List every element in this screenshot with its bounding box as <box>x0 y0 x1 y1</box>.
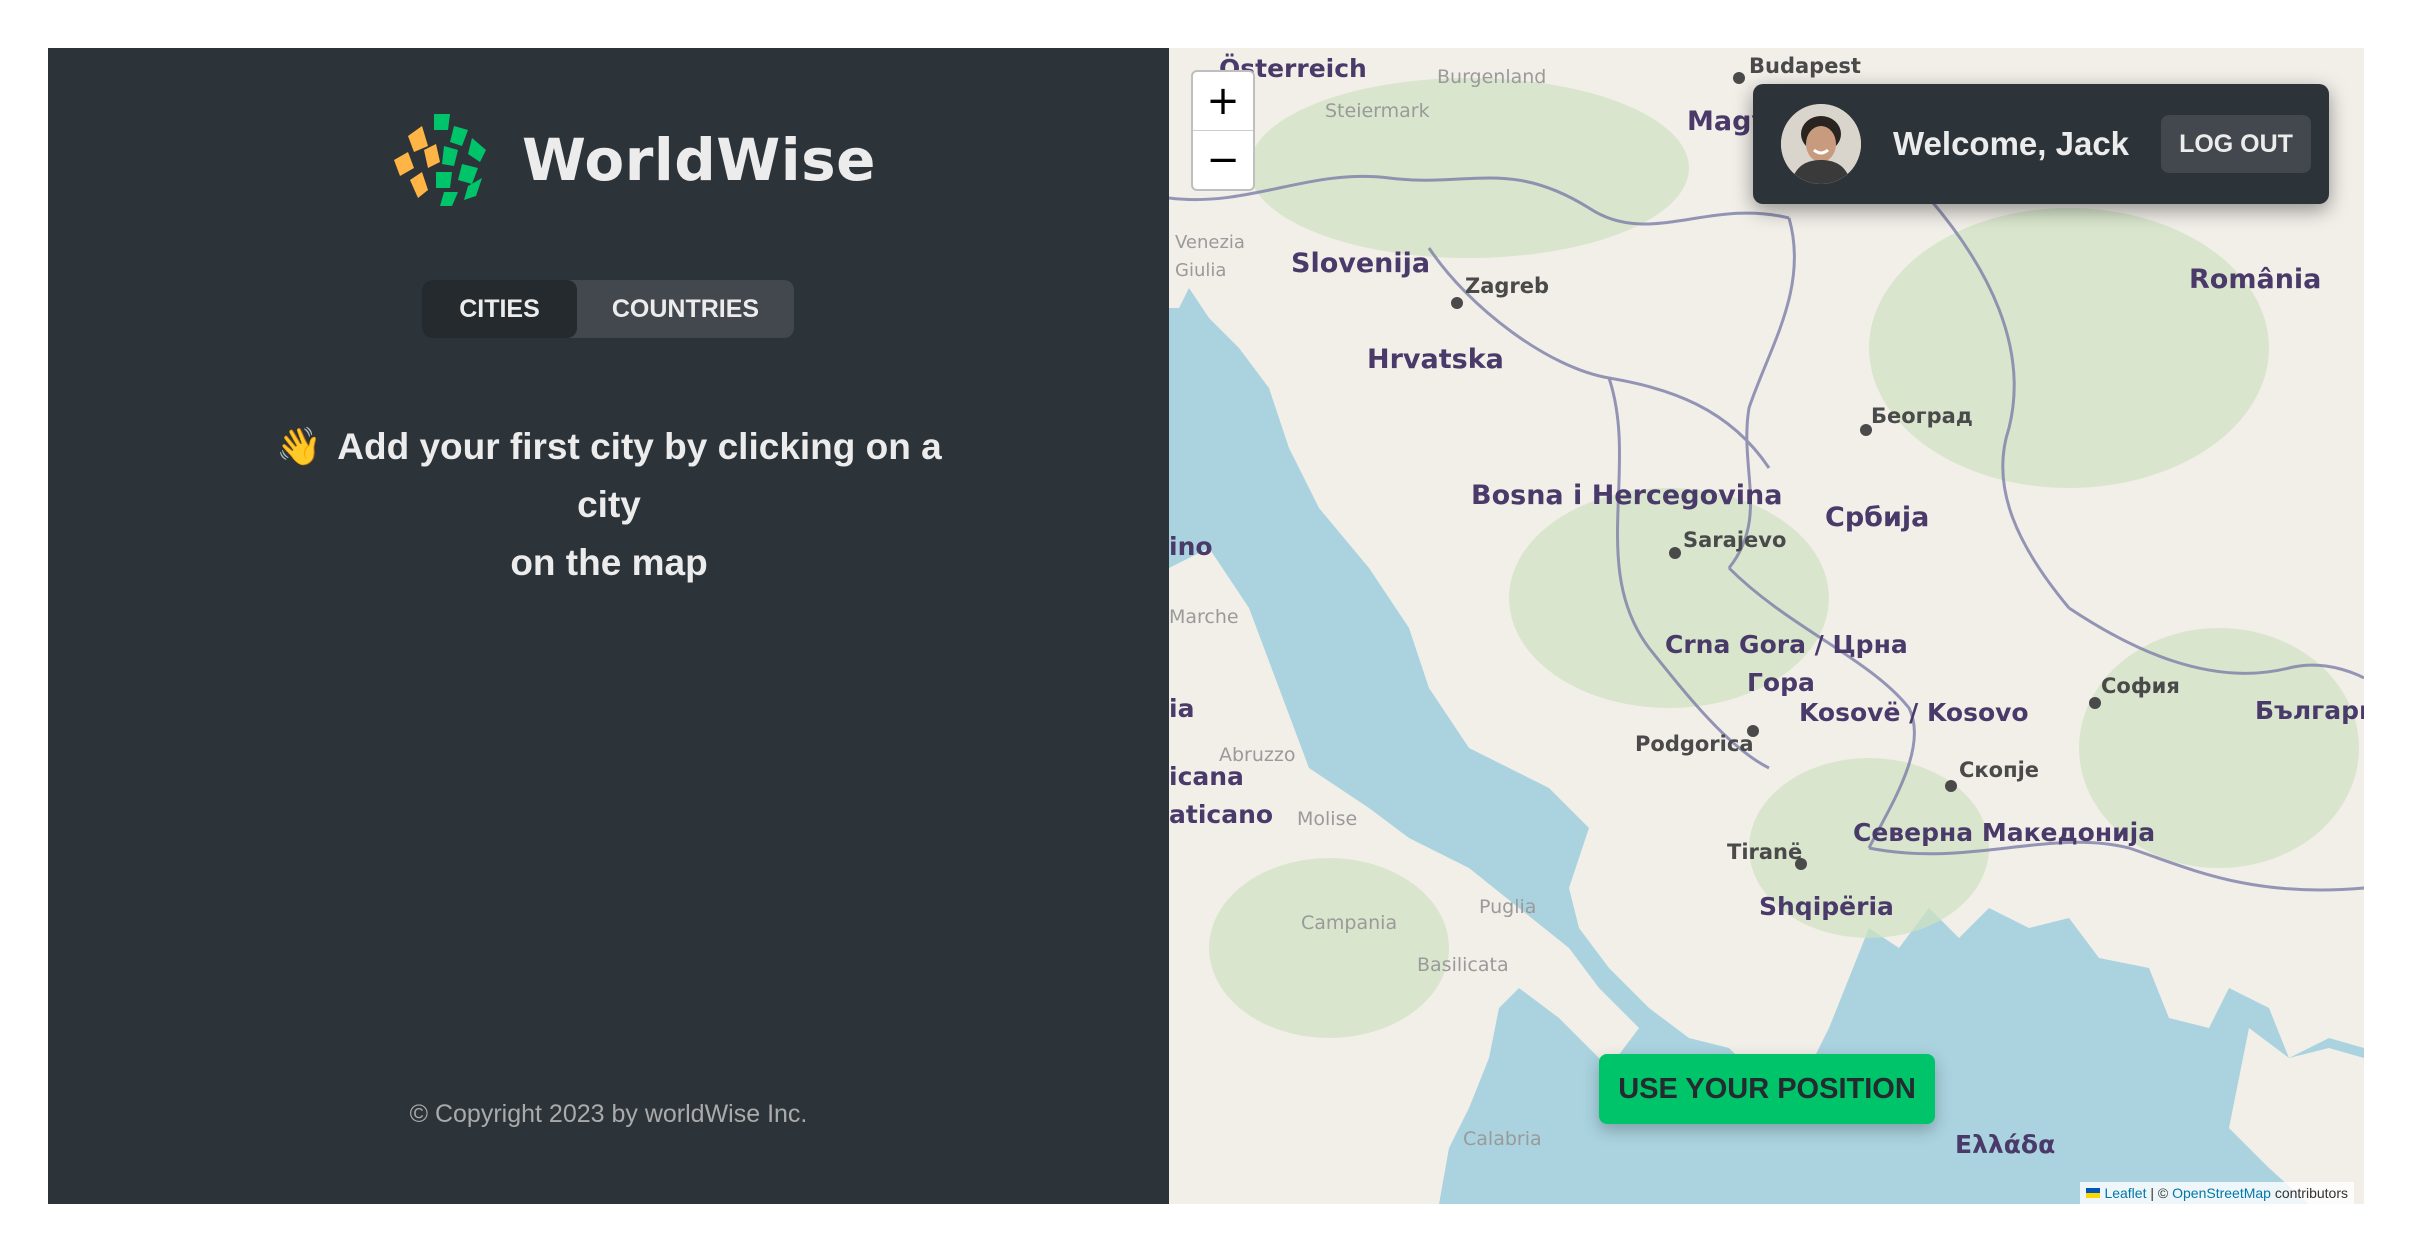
empty-message-line1: Add your first city by clicking on a cit… <box>337 426 942 525</box>
map-label-makedonija: Северна Македонија <box>1853 818 2156 847</box>
zoom-control: + − <box>1191 70 1255 191</box>
map-label-marche: Marche <box>1169 606 1239 628</box>
globe-logo-icon <box>390 108 494 212</box>
map-label-campania: Campania <box>1301 912 1398 934</box>
leaflet-link[interactable]: Leaflet <box>2104 1185 2146 1201</box>
logout-button[interactable]: LOG OUT <box>2161 115 2312 173</box>
map-label-romania: România <box>2189 264 2322 295</box>
zoom-in-button[interactable]: + <box>1193 72 1253 130</box>
map-label-calabria: Calabria <box>1463 1128 1542 1150</box>
map-label-bosna: Bosna i Hercegovina <box>1471 480 1783 511</box>
map-label-bulgaria: Българи <box>2255 696 2364 725</box>
map-label-skopje: Скопје <box>1959 758 2040 782</box>
map-label-podgorica: Podgorica <box>1635 732 1754 756</box>
zoom-out-button[interactable]: − <box>1193 130 1253 189</box>
user-panel: Welcome, Jack LOG OUT <box>1753 84 2329 204</box>
map-label-budapest: Budapest <box>1749 54 1861 78</box>
map-label-beograd: Београд <box>1871 404 1973 428</box>
map[interactable]: Österreich Budapest Burgenland Steiermar… <box>1169 48 2364 1204</box>
map-label-venezia: Venezia <box>1175 232 1245 253</box>
map-label-giulia: Giulia <box>1175 260 1227 281</box>
map-label-ino: ino <box>1169 532 1213 561</box>
map-label-puglia: Puglia <box>1479 896 1537 918</box>
map-label-gora: Гора <box>1747 668 1815 697</box>
copyright: © Copyright 2023 by worldWise Inc. <box>409 1100 808 1128</box>
map-label-hrvatska: Hrvatska <box>1367 344 1504 375</box>
map-label-sarajevo: Sarajevo <box>1683 528 1787 552</box>
attribution-separator: | © <box>2146 1185 2173 1201</box>
use-position-button[interactable]: USE YOUR POSITION <box>1599 1054 1935 1124</box>
map-label-slovenija: Slovenija <box>1291 248 1431 279</box>
waving-hand-icon: 👋 <box>276 426 323 467</box>
map-label-ia: ia <box>1169 694 1195 723</box>
welcome-text: Welcome, Jack <box>1893 125 2130 162</box>
tab-bar: CITIES COUNTRIES <box>422 280 794 338</box>
map-label-tirane: Tiranë <box>1727 840 1803 864</box>
map-label-aticano: aticano <box>1169 800 1274 829</box>
map-label-basilicata: Basilicata <box>1417 954 1509 976</box>
logo[interactable]: WorldWise <box>388 106 876 214</box>
app-layout: WorldWise CITIES COUNTRIES 👋 Add your fi… <box>48 48 2364 1204</box>
map-tiles[interactable] <box>1169 48 2364 1204</box>
map-attribution: Leaflet | © OpenStreetMap contributors <box>2080 1182 2354 1204</box>
map-label-sofia: София <box>2101 674 2180 698</box>
empty-message-line2: on the map <box>510 542 708 583</box>
attribution-contributors: contributors <box>2270 1185 2348 1201</box>
empty-state-message: 👋 Add your first city by clicking on a c… <box>248 418 970 592</box>
ukraine-flag-icon <box>2086 1188 2101 1198</box>
openstreetmap-link[interactable]: OpenStreetMap <box>2172 1185 2271 1201</box>
map-label-crna-gora: Crna Gora / Црна <box>1665 630 1908 659</box>
map-label-shqiperia: Shqipëria <box>1759 892 1894 921</box>
tab-countries[interactable]: COUNTRIES <box>577 280 794 338</box>
sidebar: WorldWise CITIES COUNTRIES 👋 Add your fi… <box>48 48 1169 1204</box>
map-label-molise: Molise <box>1297 808 1358 830</box>
map-label-ellada: Ελλάδα <box>1955 1130 2056 1159</box>
tab-cities[interactable]: CITIES <box>422 280 577 338</box>
map-label-burgenland: Burgenland <box>1437 66 1547 88</box>
map-label-zagreb: Zagreb <box>1465 274 1550 298</box>
app-name: WorldWise <box>522 126 876 194</box>
user-avatar-icon <box>1781 104 1861 184</box>
avatar <box>1781 104 1861 184</box>
map-label-kosovo: Kosovë / Kosovo <box>1799 698 2029 727</box>
map-label-srbija: Србија <box>1825 502 1930 533</box>
map-label-icana: icana <box>1169 762 1244 791</box>
map-label-steiermark: Steiermark <box>1325 100 1430 122</box>
